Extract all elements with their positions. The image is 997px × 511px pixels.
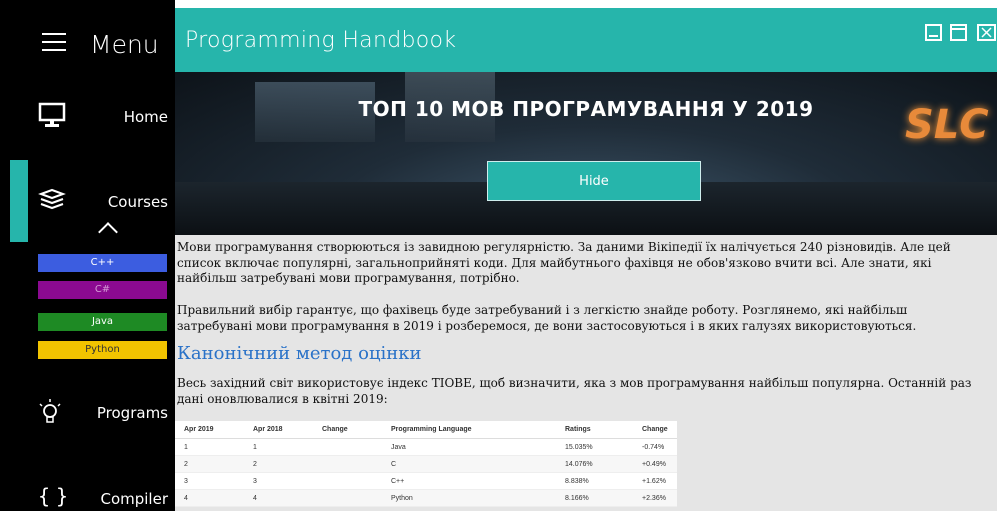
braces-icon: {} — [38, 484, 75, 508]
table-cell: 14.076% — [556, 455, 633, 473]
table-cell — [313, 438, 382, 456]
scrollbar[interactable] — [982, 235, 995, 511]
table-row: 2 2 C 14.076% +0.49% — [175, 455, 677, 473]
table-cell: Python — [382, 489, 556, 507]
article-paragraph: Правильний вибір гарантує, що фахівець б… — [177, 303, 917, 333]
hide-button[interactable]: Hide — [487, 161, 701, 201]
hero-banner: SLC ТОП 10 МОВ ПРОГРАМУВАННЯ У 2019 Hide — [175, 72, 997, 235]
app-title: Programming Handbook — [185, 28, 457, 53]
lightbulb-icon — [39, 399, 61, 423]
table-header-row: Apr 2019 Apr 2018 Change Programming Lan… — [175, 421, 677, 439]
course-csharp[interactable]: C# — [38, 281, 167, 299]
maximize-icon — [952, 28, 965, 30]
nav-label-compiler: Compiler — [100, 490, 168, 508]
table-cell: 1 — [175, 438, 244, 456]
article-paragraph: Весь західний світ використовує індекс T… — [177, 376, 972, 406]
nav-label-home: Home — [123, 108, 168, 126]
maximize-button[interactable] — [950, 24, 967, 41]
table-cell: 3 — [175, 472, 244, 490]
nav-item-home[interactable]: Home — [0, 92, 175, 142]
hamburger-icon[interactable] — [42, 33, 66, 51]
table-cell: -0.74% — [633, 438, 677, 456]
course-java[interactable]: Java — [38, 313, 167, 331]
tiobe-table: Apr 2019 Apr 2018 Change Programming Lan… — [175, 421, 677, 507]
table-cell: 4 — [175, 489, 244, 507]
table-cell: C++ — [382, 472, 556, 490]
course-python[interactable]: Python — [38, 341, 167, 359]
table-cell: 3 — [244, 472, 313, 490]
article-paragraph: Мови програмування створюються із завидн… — [177, 240, 951, 285]
table-cell: 8.838% — [556, 472, 633, 490]
column-header: Ratings — [556, 421, 633, 439]
menu-header: Menu — [0, 0, 175, 72]
column-header: Change — [313, 421, 382, 439]
table-cell: 15.035% — [556, 438, 633, 456]
table-row: 4 4 Python 8.166% +2.36% — [175, 489, 677, 507]
table-cell: +2.36% — [633, 489, 677, 507]
table-cell: 1 — [244, 438, 313, 456]
nav-label-programs: Programs — [96, 404, 168, 422]
nav-item-compiler[interactable]: {} Compiler — [0, 480, 175, 511]
table-cell: 2 — [175, 455, 244, 473]
column-header: Programming Language — [382, 421, 556, 439]
close-button[interactable] — [977, 24, 996, 41]
nav-label-courses: Courses — [107, 193, 168, 211]
table-cell: +1.62% — [633, 472, 677, 490]
section-heading: Канонічний метод оцінки — [177, 343, 422, 364]
monitor-icon — [38, 102, 66, 127]
title-bar: Programming Handbook — [175, 8, 997, 72]
table-cell — [313, 472, 382, 490]
books-icon — [38, 188, 66, 210]
table-cell — [313, 455, 382, 473]
table-cell: C — [382, 455, 556, 473]
table-cell: 2 — [244, 455, 313, 473]
table-row: 3 3 C++ 8.838% +1.62% — [175, 472, 677, 490]
minimize-button[interactable] — [925, 24, 942, 41]
minimize-icon — [929, 35, 938, 37]
hero-title: ТОП 10 МОВ ПРОГРАМУВАННЯ У 2019 — [358, 97, 814, 121]
sidebar: Menu Home Courses C++ C# Java Python Pro… — [0, 0, 175, 511]
menu-title: Menu — [90, 30, 159, 59]
table-cell: 8.166% — [556, 489, 633, 507]
column-header: Change — [633, 421, 677, 439]
table-cell: +0.49% — [633, 455, 677, 473]
table-cell — [313, 489, 382, 507]
column-header: Apr 2019 — [175, 421, 244, 439]
table-cell: 4 — [244, 489, 313, 507]
column-header: Apr 2018 — [244, 421, 313, 439]
table-row: 1 1 Java 15.035% -0.74% — [175, 438, 677, 456]
nav-item-programs[interactable]: Programs — [0, 392, 175, 436]
close-icon — [981, 27, 992, 38]
course-cpp[interactable]: C++ — [38, 254, 167, 272]
table-cell: Java — [382, 438, 556, 456]
nav-item-courses[interactable]: Courses — [0, 180, 175, 240]
